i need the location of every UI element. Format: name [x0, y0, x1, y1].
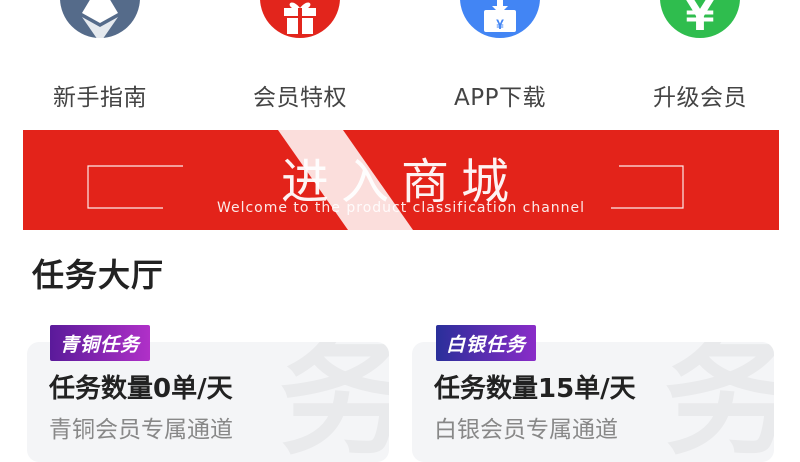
task-description: 青铜会员专属通道	[49, 417, 233, 443]
section-title: 任务大厅	[32, 256, 165, 294]
quick-nav-label: 会员特权	[253, 85, 347, 111]
quick-nav-app-download[interactable]: ¥ APP下载	[400, 0, 600, 120]
task-count: 任务数量15单/天	[434, 374, 636, 404]
quick-nav-label: 新手指南	[53, 85, 147, 111]
task-description: 白银会员专属通道	[434, 417, 618, 443]
banner-subtitle: Welcome to the product classification ch…	[216, 200, 586, 216]
task-count: 任务数量0单/天	[49, 374, 233, 404]
task-badge-bronze: 青铜任务	[50, 325, 151, 361]
download-icon: ¥	[460, 0, 540, 38]
ethereum-icon	[60, 0, 140, 43]
quick-nav-label: APP下载	[454, 85, 546, 111]
card-watermark: 务	[278, 342, 389, 462]
yen-icon: ¥	[660, 0, 740, 40]
card-watermark: 务	[663, 342, 774, 462]
quick-nav-upgrade-member[interactable]: ¥ 升级会员	[600, 0, 800, 120]
quick-nav-member-privileges[interactable]: 会员特权	[200, 0, 400, 120]
task-badge-silver: 白银任务	[436, 325, 537, 361]
gift-icon	[260, 0, 340, 38]
svg-text:¥: ¥	[496, 16, 504, 32]
quick-nav-label: 升级会员	[653, 85, 747, 111]
quick-nav-beginner-guide[interactable]: 新手指南	[0, 0, 200, 120]
quick-nav: 新手指南 会员特权 ¥ APP下载 ¥ 升级会员	[0, 0, 800, 120]
shop-banner[interactable]: 进入商城 Welcome to the product classificati…	[23, 130, 779, 230]
